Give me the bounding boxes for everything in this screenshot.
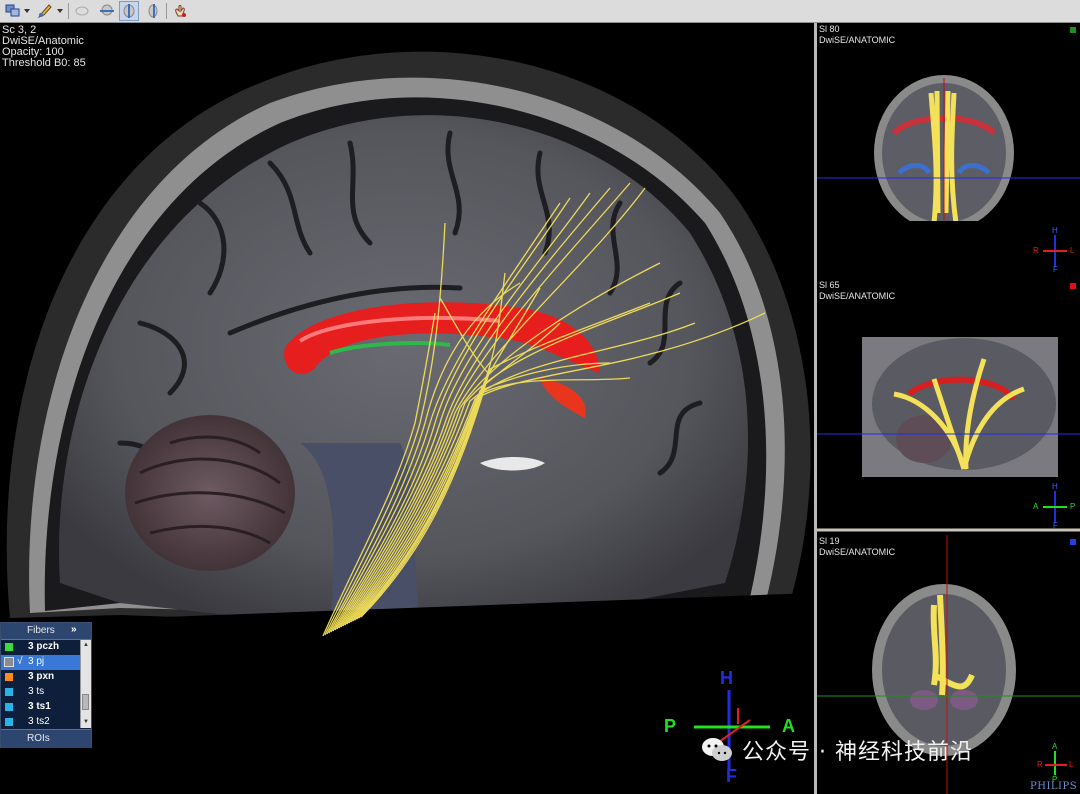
expand-icon[interactable]: » [71, 624, 77, 635]
orient-posterior-label: P [664, 716, 677, 736]
layout-icon[interactable] [3, 1, 23, 21]
fiber-color-swatch[interactable] [4, 657, 14, 667]
roi-shape-icon[interactable] [72, 1, 92, 21]
threshold-label: Threshold B0: 85 [2, 57, 86, 69]
fiber-color-swatch[interactable] [5, 703, 13, 711]
sagittal-orient-down: F [1053, 521, 1058, 530]
fibers-panel: Fibers » 3 pczh √ 3 pj 3 pxn 3 ts 3 ts1 3 ts2 … [0, 622, 92, 748]
main-orientation-indicator: H F P A [664, 668, 804, 794]
axial-orient-right: L [1069, 760, 1074, 769]
coronal-view-icon[interactable] [143, 1, 163, 21]
orient-head-label: H [720, 668, 733, 688]
fiber-list-item[interactable]: 3 pczh [1, 640, 80, 655]
annotate-icon[interactable] [35, 1, 55, 21]
coronal-orient-right: L [1070, 246, 1075, 255]
coronal-orient-up: H [1052, 226, 1058, 235]
sagittal-view-icon[interactable] [119, 1, 139, 21]
rois-label: ROIs [27, 733, 50, 744]
coronal-orient-left: R [1033, 246, 1039, 255]
axial-view-icon[interactable] [97, 1, 117, 21]
fiber-label: 3 ts [28, 686, 45, 697]
sagittal-orientation-indicator: H F A P [1033, 482, 1077, 530]
fiber-list-scrollbar[interactable]: ▲ ▼ [80, 640, 91, 728]
fiber-color-swatch[interactable] [5, 673, 13, 681]
fiber-label: 3 ts2 [28, 716, 50, 727]
sagittal-orient-up: H [1052, 482, 1058, 491]
main-viewport-info: Sc 3, 2 DwiSE/Anatomic Opacity: 100 Thre… [2, 25, 86, 69]
scroll-thumb[interactable] [82, 694, 89, 710]
sagittal-viewport[interactable]: Sl 65 DwiSE/ANATOMIC H F A P [814, 279, 1080, 535]
fiber-list-item[interactable]: 3 pxn [1, 670, 80, 685]
watermark: 公众号 · 神经科技前沿 [700, 732, 1060, 768]
sagittal-orient-right: P [1070, 502, 1076, 511]
fiber-label: 3 pj [28, 656, 45, 667]
rois-tab[interactable]: ROIs [1, 729, 91, 748]
scroll-down-icon[interactable]: ▼ [82, 718, 90, 726]
philips-logo: PHILIPS [1030, 781, 1078, 792]
watermark-text: 公众号 · 神经科技前沿 [742, 740, 973, 765]
fiber-color-swatch[interactable] [5, 718, 13, 726]
fibers-panel-header[interactable]: Fibers » [1, 623, 91, 640]
fiber-list-item[interactable]: 3 ts [1, 685, 80, 700]
fiber-color-swatch[interactable] [5, 688, 13, 696]
orient-foot-label: F [726, 766, 737, 786]
fibers-panel-title: Fibers [27, 625, 55, 636]
visibility-check-icon[interactable]: √ [17, 656, 23, 667]
toolbar [0, 0, 1080, 23]
sagittal-orient-left: A [1033, 502, 1039, 511]
coronal-viewport[interactable]: Sl 80 DwiSE/ANATOMIC H F R L [814, 23, 1080, 279]
fiber-label: 3 pczh [28, 641, 60, 652]
hand-pan-icon[interactable] [170, 1, 190, 21]
fiber-label: 3 ts1 [28, 701, 51, 712]
coronal-orient-down: F [1053, 265, 1058, 274]
scroll-up-icon[interactable]: ▲ [82, 641, 90, 649]
fiber-list: 3 pczh √ 3 pj 3 pxn 3 ts 3 ts1 3 ts2 [1, 640, 80, 728]
layout-dropdown-icon[interactable] [22, 1, 32, 21]
fiber-list-item[interactable]: √ 3 pj [1, 655, 80, 670]
fiber-list-item[interactable]: 3 ts1 [1, 700, 80, 715]
wechat-icon [702, 738, 732, 761]
fiber-color-swatch[interactable] [5, 643, 13, 651]
fiber-label: 3 pxn [28, 671, 55, 682]
coronal-orientation-indicator: H F R L [1033, 226, 1077, 274]
fiber-list-item[interactable]: 3 ts2 [1, 715, 80, 730]
annotate-dropdown-icon[interactable] [55, 1, 65, 21]
